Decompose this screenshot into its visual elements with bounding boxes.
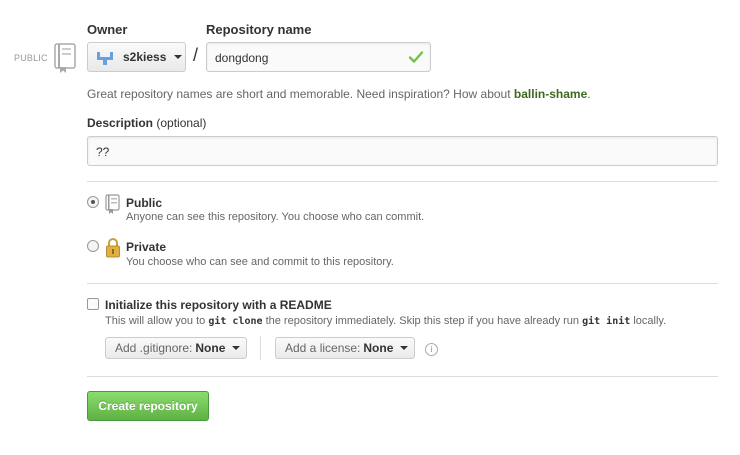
- info-icon[interactable]: i: [425, 343, 438, 356]
- chevron-down-icon: [232, 346, 241, 350]
- description-input[interactable]: ??: [87, 136, 718, 166]
- owner-select[interactable]: s2kiess: [87, 42, 186, 72]
- private-title: Private: [126, 240, 167, 254]
- license-label: Add a license:: [285, 341, 361, 355]
- description-value: ??: [96, 145, 110, 159]
- private-subtitle: You choose who can see and commit to thi…: [126, 256, 394, 268]
- hint-suggestion-link[interactable]: ballin-shame: [514, 87, 587, 101]
- book-icon: [105, 194, 120, 214]
- public-radio[interactable]: [87, 196, 99, 208]
- chevron-down-icon: [400, 346, 409, 350]
- divider: [87, 283, 718, 284]
- git-init-code: git init: [582, 316, 631, 327]
- owner-repo-separator: /: [193, 45, 199, 65]
- init-sub-text-3: locally.: [633, 315, 667, 327]
- hint-suffix: .: [587, 87, 591, 101]
- public-title: Public: [126, 196, 163, 210]
- license-value: None: [363, 341, 394, 355]
- init-sub-text-1: This will allow you to: [105, 315, 206, 327]
- create-repository-button[interactable]: Create repository: [87, 391, 209, 421]
- gitignore-value: None: [195, 341, 226, 355]
- description-label: Description (optional): [87, 116, 206, 130]
- private-radio[interactable]: [87, 240, 99, 252]
- init-readme-subtitle: This will allow you to git clone the rep…: [105, 315, 666, 327]
- license-select[interactable]: Add a license: None: [275, 337, 415, 359]
- gitignore-label: Add .gitignore:: [115, 341, 193, 355]
- selector-divider: [260, 336, 261, 360]
- public-subtitle: Anyone can see this repository. You choo…: [126, 211, 425, 223]
- check-icon: [408, 51, 424, 63]
- repo-name-value: dongdong: [215, 51, 269, 65]
- description-optional: (optional): [156, 116, 207, 130]
- chevron-down-icon: [174, 55, 183, 59]
- owner-name: s2kiess: [123, 50, 167, 64]
- owner-label: Owner: [87, 22, 128, 37]
- divider: [87, 376, 718, 377]
- divider: [87, 181, 718, 182]
- description-label-text: Description: [87, 116, 154, 130]
- init-sub-text-2: the repository immediately. Skip this st…: [265, 315, 580, 327]
- lock-icon: [106, 238, 120, 258]
- repo-book-icon: [54, 43, 76, 73]
- init-readme-checkbox[interactable]: [87, 298, 99, 310]
- init-readme-title: Initialize this repository with a README: [105, 298, 332, 312]
- hint-prefix: Great repository names are short and mem…: [87, 87, 511, 101]
- gitignore-select[interactable]: Add .gitignore: None: [105, 337, 247, 359]
- owner-avatar-icon: [97, 52, 113, 65]
- git-clone-code: git clone: [208, 316, 263, 327]
- repo-name-input[interactable]: dongdong: [206, 42, 431, 72]
- repo-name-label: Repository name: [206, 22, 312, 37]
- visibility-tag: PUBLIC: [14, 53, 48, 63]
- name-hint: Great repository names are short and mem…: [87, 87, 591, 101]
